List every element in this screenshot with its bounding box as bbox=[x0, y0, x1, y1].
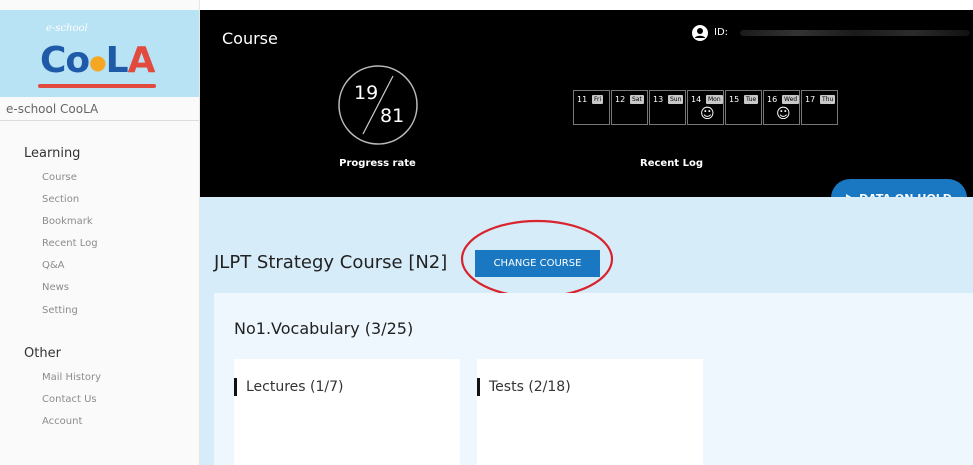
school-name: e-school CooLA bbox=[6, 102, 99, 116]
log-day[interactable]: 17 Thu bbox=[801, 90, 838, 125]
card-accent-bar bbox=[234, 378, 237, 396]
smiley-icon: ☺ bbox=[776, 106, 791, 122]
sidebar-section-learning: Learning bbox=[24, 146, 81, 161]
sidebar-item-mail-history[interactable]: Mail History bbox=[42, 372, 101, 383]
logo-main-text: Co●LA bbox=[40, 40, 155, 81]
sidebar-item-account[interactable]: Account bbox=[42, 416, 82, 427]
sidebar-item-news[interactable]: News bbox=[42, 282, 69, 293]
annotation-circle bbox=[460, 219, 614, 299]
smiley-icon: ☺ bbox=[700, 106, 715, 122]
logo-underline bbox=[38, 84, 156, 88]
log-day[interactable]: 14 Mon ☺ bbox=[687, 90, 724, 125]
tests-label: Tests (2/18) bbox=[489, 379, 571, 395]
log-day[interactable]: 16 Wed ☺ bbox=[763, 90, 800, 125]
logo[interactable]: e-school Co●LA bbox=[0, 10, 199, 97]
progress-ring bbox=[338, 65, 418, 145]
user-icon bbox=[692, 25, 708, 41]
logo-small-text: e-school bbox=[46, 23, 88, 34]
user-id-label: ID: bbox=[714, 27, 729, 38]
header: Course ID: 19 81 Progress rate 11 Fri 12… bbox=[200, 10, 973, 197]
card-accent-bar bbox=[477, 378, 480, 396]
lectures-label: Lectures (1/7) bbox=[246, 379, 344, 395]
sidebar-item-setting[interactable]: Setting bbox=[42, 305, 78, 316]
page-title: Course bbox=[222, 29, 278, 48]
sidebar-item-section[interactable]: Section bbox=[42, 194, 79, 205]
sidebar-item-recent-log[interactable]: Recent Log bbox=[42, 238, 98, 249]
section-title: No1.Vocabulary (3/25) bbox=[234, 319, 414, 338]
log-day[interactable]: 13 Sun bbox=[649, 90, 686, 125]
log-day[interactable]: 11 Fri bbox=[573, 90, 610, 125]
page: e-school Co●LA e-school CooLA Learning C… bbox=[0, 0, 973, 465]
recent-log-label: Recent Log bbox=[640, 158, 703, 169]
sidebar-item-course[interactable]: Course bbox=[42, 172, 77, 183]
progress-label: Progress rate bbox=[339, 158, 416, 169]
progress-done: 19 bbox=[354, 82, 379, 104]
section-panel: No1.Vocabulary (3/25) Lectures (1/7) Tes… bbox=[214, 293, 973, 465]
course-title: JLPT Strategy Course [N2] bbox=[214, 252, 448, 273]
sidebar-section-other: Other bbox=[24, 346, 61, 361]
recent-log-calendar: 11 Fri 12 Sat 13 Sun 14 Mon ☺ 15 Tue 16 bbox=[573, 90, 839, 125]
main-content: JLPT Strategy Course [N2] CHANGE COURSE … bbox=[200, 197, 973, 465]
lectures-card[interactable]: Lectures (1/7) bbox=[234, 359, 460, 465]
log-day[interactable]: 12 Sat bbox=[611, 90, 648, 125]
sidebar-divider bbox=[0, 120, 199, 121]
user-id-redacted bbox=[740, 30, 970, 36]
tests-card[interactable]: Tests (2/18) bbox=[477, 359, 703, 465]
sidebar: e-school Co●LA e-school CooLA Learning C… bbox=[0, 0, 200, 465]
progress-total: 81 bbox=[380, 105, 405, 127]
sidebar-item-qa[interactable]: Q&A bbox=[42, 260, 65, 271]
sidebar-item-contact-us[interactable]: Contact Us bbox=[42, 394, 97, 405]
log-day[interactable]: 15 Tue bbox=[725, 90, 762, 125]
sidebar-item-bookmark[interactable]: Bookmark bbox=[42, 216, 93, 227]
